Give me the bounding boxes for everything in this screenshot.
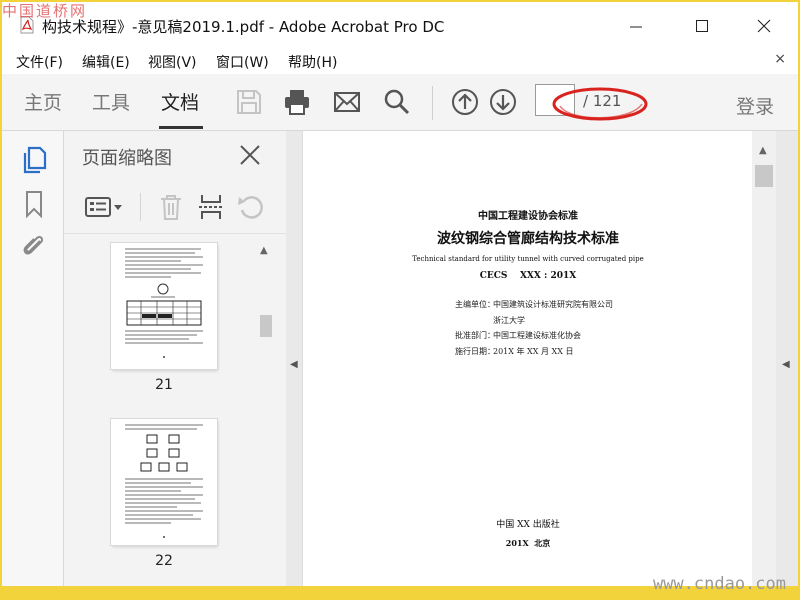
panel-toolbar-separator <box>140 193 141 221</box>
email-icon[interactable] <box>332 87 362 117</box>
tab-document[interactable]: 文档 <box>161 88 199 115</box>
doc-date: 201X 年 XX 月 XX 日 <box>493 347 574 356</box>
thumbnail-list[interactable]: 21 22 <box>64 235 270 586</box>
expand-right-icon[interactable]: ◀ <box>782 359 790 370</box>
attachment-icon[interactable] <box>20 231 48 261</box>
thumbnail-page-21[interactable] <box>111 243 217 369</box>
doc-date-label: 施行日期： <box>455 347 495 356</box>
collapse-left-icon[interactable]: ◀ <box>290 359 298 370</box>
doc-editor-1: 中国建筑设计标准研究院有限公司 <box>493 300 613 309</box>
doc-scroll-up-icon[interactable]: ▲ <box>759 145 767 156</box>
previous-page-icon[interactable] <box>450 87 480 117</box>
doc-approver: 中国工程建设标准化协会 <box>493 331 581 340</box>
menu-help[interactable]: 帮助(H) <box>288 52 337 72</box>
doc-publisher: 中国 XX 出版社 <box>496 520 560 530</box>
thumbnail-page-22-label: 22 <box>155 553 173 569</box>
toolbar-separator <box>432 86 433 120</box>
close-window-icon[interactable] <box>744 12 784 40</box>
navigation-rail <box>2 131 64 586</box>
document-page: 中国工程建设协会标准 波纹钢综合管廊结构技术标准 Technical stand… <box>302 131 753 586</box>
print-icon[interactable] <box>282 87 312 117</box>
document-scrollbar-thumb[interactable] <box>755 165 773 187</box>
doc-approver-label: 批准部门： <box>455 331 495 340</box>
thumbnail-scrollbar-thumb[interactable] <box>260 315 272 337</box>
menu-bar: 文件(F) 编辑(E) 视图(V) 窗口(W) 帮助(H) × <box>2 48 798 74</box>
panel-header: 页面缩略图 <box>64 131 286 179</box>
right-panel-toggle[interactable]: ◀ <box>776 131 798 586</box>
doc-editor-label: 主编单位： <box>455 300 495 309</box>
doc-place: 201X 北京 <box>505 538 551 548</box>
thumbnail-scrollbar[interactable]: ▲ <box>256 235 274 586</box>
maximize-icon[interactable] <box>682 12 722 40</box>
doc-org: 中国工程建设协会标准 <box>478 211 578 222</box>
thumbnails-panel: 页面缩略图 21 22 ▲ <box>64 131 286 586</box>
close-document-button[interactable]: × <box>774 51 786 67</box>
doc-code: CECS XXX : 201X <box>479 271 577 281</box>
left-panel-toggle[interactable]: ◀ <box>286 131 302 586</box>
document-scrollbar[interactable]: ▲ <box>752 131 776 586</box>
menu-window[interactable]: 窗口(W) <box>216 52 269 72</box>
search-icon[interactable] <box>382 87 412 117</box>
save-icon[interactable] <box>234 87 264 117</box>
bookmark-icon[interactable] <box>20 189 48 219</box>
doc-title-en: Technical standard for utility tunnel wi… <box>412 255 644 263</box>
page-thumbnails-icon[interactable] <box>20 145 48 175</box>
panel-toolbar <box>64 181 286 234</box>
menu-file[interactable]: 文件(F) <box>16 52 63 72</box>
main-toolbar: 主页 工具 文档 / 121 登录 <box>2 74 798 131</box>
doc-editor-2: 浙江大学 <box>493 316 525 325</box>
thumbnail-page-22[interactable] <box>111 419 217 545</box>
delete-page-icon[interactable] <box>156 192 186 222</box>
page-22-preview-icon <box>125 424 203 538</box>
next-page-icon[interactable] <box>488 87 518 117</box>
menu-edit[interactable]: 编辑(E) <box>82 52 130 72</box>
close-panel-icon[interactable] <box>238 143 262 167</box>
window-title: 构技术规程》-意见稿2019.1.pdf - Adobe Acrobat Pro… <box>42 18 445 36</box>
page-21-preview-icon <box>125 248 203 358</box>
insert-page-icon[interactable] <box>196 192 226 222</box>
login-button[interactable]: 登录 <box>736 92 774 119</box>
scroll-up-icon[interactable]: ▲ <box>260 245 268 256</box>
title-bar: 构技术规程》-意见稿2019.1.pdf - Adobe Acrobat Pro… <box>2 2 798 48</box>
minimize-icon[interactable] <box>616 12 656 40</box>
active-tab-indicator <box>159 126 203 129</box>
tab-home[interactable]: 主页 <box>24 88 62 115</box>
panel-title: 页面缩略图 <box>82 148 172 169</box>
red-highlight-annotation <box>552 87 648 121</box>
rotate-page-icon[interactable] <box>236 192 266 222</box>
watermark-bottom: www.cndao.com <box>652 574 786 594</box>
acrobat-window: 构技术规程》-意见稿2019.1.pdf - Adobe Acrobat Pro… <box>2 2 798 586</box>
thumbnail-options-icon[interactable] <box>84 192 126 222</box>
menu-view[interactable]: 视图(V) <box>148 52 197 72</box>
tab-tools[interactable]: 工具 <box>92 88 130 115</box>
thumbnail-page-21-label: 21 <box>155 377 173 393</box>
watermark-top: 中国道桥网 <box>2 2 88 20</box>
doc-title-cn: 波纹钢综合管廊结构技术标准 <box>437 231 619 247</box>
